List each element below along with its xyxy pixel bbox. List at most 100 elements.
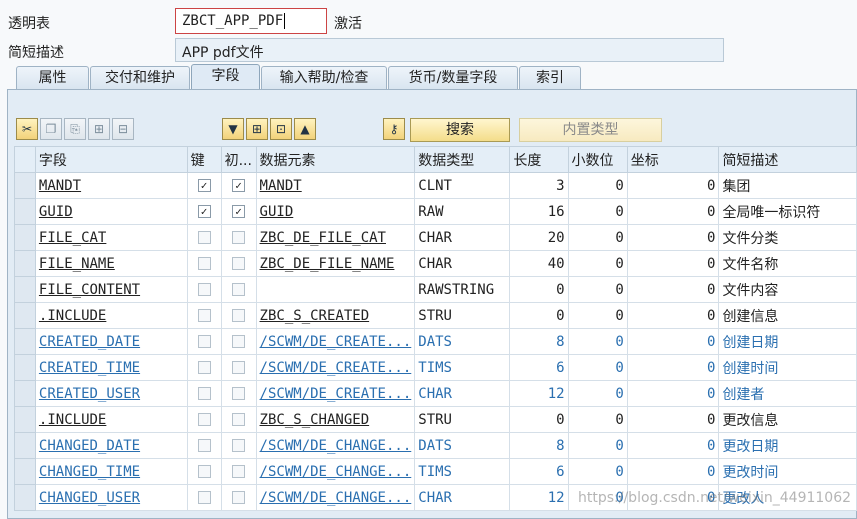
short-desc-cell[interactable]: 创建者 bbox=[718, 380, 857, 407]
short-desc-cell[interactable]: 文件分类 bbox=[718, 224, 857, 251]
length-cell[interactable]: 40 bbox=[509, 250, 569, 277]
key-checkbox-cell[interactable] bbox=[186, 484, 222, 511]
decimals-cell[interactable]: 0 bbox=[567, 172, 628, 199]
key-checkbox[interactable] bbox=[197, 439, 211, 452]
length-cell[interactable]: 3 bbox=[509, 172, 569, 199]
field-name-cell[interactable]: MANDT bbox=[34, 172, 188, 199]
col-header-initial[interactable]: 初... bbox=[220, 146, 257, 173]
coordinate-cell[interactable]: 0 bbox=[626, 406, 720, 433]
short-desc-cell[interactable]: 全局唯一标识符 bbox=[718, 198, 857, 225]
decimals-cell[interactable]: 0 bbox=[567, 380, 628, 407]
short-desc-cell[interactable]: 更改信息 bbox=[718, 406, 857, 433]
data-type-cell[interactable]: CHAR bbox=[414, 224, 511, 251]
length-cell[interactable]: 20 bbox=[509, 224, 569, 251]
field-name-cell[interactable]: CHANGED_DATE bbox=[34, 432, 188, 459]
length-cell[interactable]: 6 bbox=[509, 458, 569, 485]
table-row[interactable]: CREATED_TIME/SCWM/DE_CREATE... TIMS 6 0 0 创建时… bbox=[14, 354, 857, 381]
data-type-cell[interactable]: STRU bbox=[414, 406, 511, 433]
key-checkbox-cell[interactable]: ✓ bbox=[186, 198, 222, 225]
initial-checkbox[interactable] bbox=[232, 335, 246, 348]
initial-checkbox-cell[interactable]: ✓ bbox=[220, 172, 257, 199]
length-cell[interactable]: 0 bbox=[509, 302, 569, 329]
row-selector[interactable] bbox=[14, 276, 36, 303]
tab-delivery-maintenance[interactable]: 交付和维护 bbox=[90, 66, 190, 89]
short-desc-cell[interactable]: 创建时间 bbox=[718, 354, 857, 381]
decimals-cell[interactable]: 0 bbox=[567, 328, 628, 355]
coordinate-cell[interactable]: 0 bbox=[626, 484, 720, 511]
key-checkbox-cell[interactable] bbox=[186, 328, 222, 355]
initial-checkbox[interactable] bbox=[232, 283, 246, 296]
decimals-cell[interactable]: 0 bbox=[567, 276, 628, 303]
tab-fields[interactable]: 字段 bbox=[191, 64, 260, 89]
table-row[interactable]: CHANGED_TIME/SCWM/DE_CHANGE... TIMS 6 0 0 更改时… bbox=[14, 458, 857, 485]
row-selector[interactable] bbox=[14, 354, 36, 381]
data-element-cell[interactable]: /SCWM/DE_CHANGE... bbox=[255, 432, 416, 459]
data-type-cell[interactable]: TIMS bbox=[414, 458, 511, 485]
decimals-cell[interactable]: 0 bbox=[567, 354, 628, 381]
data-element-cell[interactable]: /SCWM/DE_CHANGE... bbox=[255, 484, 416, 511]
delete-row-icon[interactable]: ⊟ bbox=[112, 118, 134, 140]
cut-icon[interactable]: ✂ bbox=[16, 118, 38, 140]
key-checkbox-cell[interactable] bbox=[186, 302, 222, 329]
col-header-length[interactable]: 长度 bbox=[509, 146, 569, 173]
key-checkbox[interactable] bbox=[197, 231, 211, 244]
initial-checkbox-cell[interactable] bbox=[220, 302, 257, 329]
paste-icon[interactable]: ⎘ bbox=[64, 118, 86, 140]
data-element-cell[interactable]: /SCWM/DE_CREATE... bbox=[255, 328, 416, 355]
key-checkbox[interactable] bbox=[197, 361, 211, 374]
table-delete-icon[interactable]: ⊡ bbox=[270, 118, 292, 140]
field-name-cell[interactable]: FILE_NAME bbox=[34, 250, 188, 277]
row-selector[interactable] bbox=[14, 406, 36, 433]
initial-checkbox[interactable]: ✓ bbox=[232, 179, 246, 192]
data-type-cell[interactable]: RAWSTRING bbox=[414, 276, 511, 303]
data-type-cell[interactable]: CHAR bbox=[414, 484, 511, 511]
field-name-cell[interactable]: CREATED_USER bbox=[34, 380, 188, 407]
decimals-cell[interactable]: 0 bbox=[567, 458, 628, 485]
table-row[interactable]: .INCLUDE ZBC_S_CHANGED STRU 0 0 0 更改信息 bbox=[14, 406, 857, 433]
short-desc-cell[interactable]: 文件内容 bbox=[718, 276, 857, 303]
decimals-cell[interactable]: 0 bbox=[567, 406, 628, 433]
row-selector[interactable] bbox=[14, 198, 36, 225]
initial-checkbox-cell[interactable] bbox=[220, 354, 257, 381]
key-checkbox[interactable] bbox=[197, 413, 211, 426]
key-checkbox-cell[interactable] bbox=[186, 224, 222, 251]
short-desc-cell[interactable]: 集团 bbox=[718, 172, 857, 199]
tab-input-help-check[interactable]: 输入帮助/检查 bbox=[261, 66, 387, 89]
table-row[interactable]: GUID ✓ ✓ GUID RAW 16 0 0 全局唯一标识符 bbox=[14, 198, 857, 225]
table-row[interactable]: MANDT ✓ ✓ MANDT CLNT 3 0 0 集团 bbox=[14, 172, 857, 199]
decimals-cell[interactable]: 0 bbox=[567, 250, 628, 277]
coordinate-cell[interactable]: 0 bbox=[626, 354, 720, 381]
key-icon[interactable]: ⚷ bbox=[383, 118, 405, 140]
key-checkbox-cell[interactable]: ✓ bbox=[186, 172, 222, 199]
data-element-cell[interactable]: ZBC_S_CREATED bbox=[255, 302, 416, 329]
col-header-key[interactable]: 键 bbox=[186, 146, 222, 173]
initial-checkbox-cell[interactable] bbox=[220, 484, 257, 511]
short-desc-cell[interactable]: 创建日期 bbox=[718, 328, 857, 355]
insert-row-icon[interactable]: ⊞ bbox=[88, 118, 110, 140]
initial-checkbox[interactable] bbox=[232, 491, 246, 504]
initial-checkbox[interactable] bbox=[232, 413, 246, 426]
length-cell[interactable]: 8 bbox=[509, 432, 569, 459]
coordinate-cell[interactable]: 0 bbox=[626, 224, 720, 251]
length-cell[interactable]: 8 bbox=[509, 328, 569, 355]
initial-checkbox[interactable] bbox=[232, 439, 246, 452]
short-desc-cell[interactable]: 创建信息 bbox=[718, 302, 857, 329]
table-row[interactable]: FILE_CONTENT RAWSTRING 0 0 0 文件内容 bbox=[14, 276, 857, 303]
initial-checkbox[interactable] bbox=[232, 465, 246, 478]
key-checkbox-cell[interactable] bbox=[186, 432, 222, 459]
key-checkbox[interactable] bbox=[197, 335, 211, 348]
key-checkbox-cell[interactable] bbox=[186, 458, 222, 485]
copy-icon[interactable]: ❐ bbox=[40, 118, 62, 140]
table-row[interactable]: FILE_NAME ZBC_DE_FILE_NAME CHAR 40 0 0 文件名称 bbox=[14, 250, 857, 277]
data-element-cell[interactable]: ZBC_DE_FILE_NAME bbox=[255, 250, 416, 277]
search-button[interactable]: 搜索 bbox=[410, 118, 510, 142]
coordinate-cell[interactable]: 0 bbox=[626, 172, 720, 199]
initial-checkbox-cell[interactable] bbox=[220, 276, 257, 303]
table-row[interactable]: .INCLUDE ZBC_S_CREATED STRU 0 0 0 创建信息 bbox=[14, 302, 857, 329]
key-checkbox[interactable] bbox=[197, 283, 211, 296]
upload-icon[interactable]: ▲ bbox=[294, 118, 316, 140]
data-element-cell[interactable]: ZBC_S_CHANGED bbox=[255, 406, 416, 433]
coordinate-cell[interactable]: 0 bbox=[626, 432, 720, 459]
field-name-cell[interactable]: .INCLUDE bbox=[34, 406, 188, 433]
initial-checkbox-cell[interactable] bbox=[220, 250, 257, 277]
